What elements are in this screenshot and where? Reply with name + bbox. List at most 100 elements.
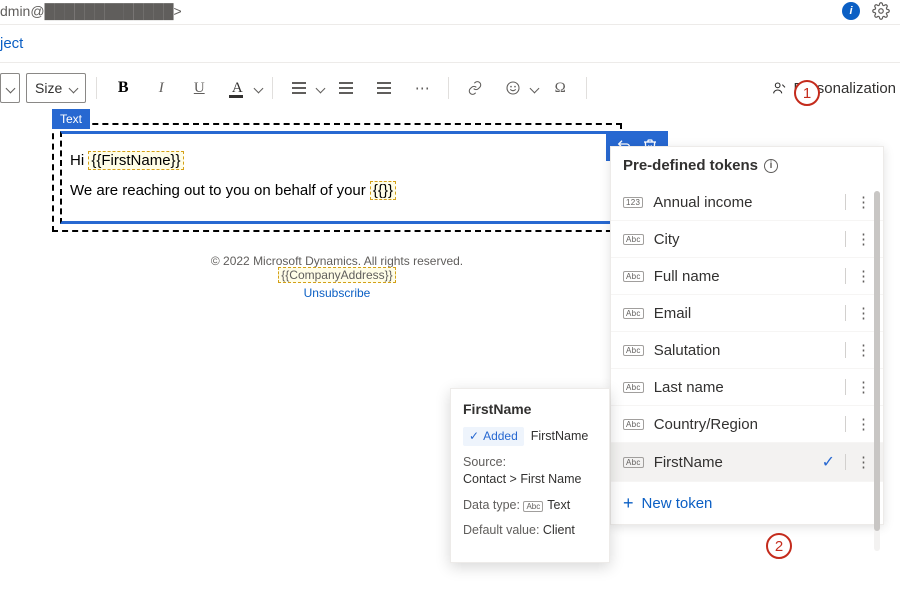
token-row-country-region[interactable]: Abc Country/Region ⋮ [611, 406, 883, 443]
datatype-label: Data type: [463, 498, 520, 512]
separator [96, 77, 97, 99]
more-icon[interactable]: ⋮ [856, 304, 871, 322]
token-label: Last name [654, 379, 724, 396]
text-type-icon: Abc [523, 501, 543, 512]
bullet-list-icon [339, 82, 353, 94]
chevron-down-icon[interactable] [316, 83, 326, 93]
more-button[interactable]: ⋯ [406, 73, 438, 103]
scrollbar[interactable] [874, 191, 880, 551]
more-icon[interactable]: ⋮ [856, 267, 871, 285]
body-line-1[interactable]: Hi {{FirstName}} [70, 148, 604, 174]
default-value: Client [543, 523, 575, 537]
text-type-icon: Abc [623, 345, 644, 356]
token-company-address[interactable]: {{CompanyAddress}} [278, 267, 395, 283]
datatype-value: Text [547, 498, 570, 512]
detail-title: FirstName [463, 401, 597, 417]
chevron-down-icon[interactable] [254, 83, 264, 93]
separator [448, 77, 449, 99]
from-email: dmin@█████████████> [0, 3, 182, 19]
unsubscribe-link[interactable]: Unsubscribe [52, 286, 622, 300]
token-label: Full name [654, 268, 720, 285]
check-icon: ✓ [822, 452, 835, 472]
text-type-icon: Abc [623, 419, 644, 430]
body-line-2[interactable]: We are reaching out to you on behalf of … [70, 178, 604, 204]
gear-icon[interactable] [872, 2, 890, 20]
info-icon[interactable]: i [764, 159, 778, 173]
font-family-select[interactable] [0, 73, 20, 103]
text-block-outer[interactable]: Text Hi {{FirstName}} We are reaching ou… [52, 123, 622, 232]
bullet-list-button[interactable] [330, 73, 362, 103]
header-actions: i [842, 2, 890, 20]
source-label: Source: [463, 455, 506, 469]
block-type-tag: Text [52, 109, 90, 129]
added-label: Added [483, 428, 518, 445]
subject-row[interactable]: ject [0, 25, 900, 63]
text-type-icon: Abc [623, 457, 644, 468]
source-value: Contact > First Name [463, 472, 581, 486]
row-actions: ⋮ [845, 267, 871, 285]
token-row-last-name[interactable]: Abc Last name ⋮ [611, 369, 883, 406]
token-label: Salutation [654, 342, 721, 359]
detail-default: Default value: Client [463, 522, 597, 540]
more-icon[interactable]: ⋮ [856, 230, 871, 248]
omega-button[interactable]: Ω [544, 73, 576, 103]
token-empty[interactable]: {{}} [370, 181, 396, 200]
row-actions: ✓⋮ [822, 452, 871, 472]
default-label: Default value: [463, 523, 539, 537]
predefined-tokens-panel: Pre-defined tokens i 123 Annual income ⋮… [610, 146, 884, 525]
email-footer: © 2022 Microsoft Dynamics. All rights re… [52, 232, 622, 306]
new-token-button[interactable]: + New token [611, 482, 883, 516]
detail-source: Source: Contact > First Name [463, 454, 597, 489]
number-type-icon: 123 [623, 197, 643, 208]
more-icon[interactable]: ⋮ [856, 193, 871, 211]
text-block-content[interactable]: Hi {{FirstName}} We are reaching out to … [60, 131, 614, 224]
link-button[interactable] [459, 73, 491, 103]
underline-button[interactable]: U [183, 73, 215, 103]
panel-title-text: Pre-defined tokens [623, 157, 758, 174]
token-detail-card: FirstName ✓Added FirstName Source: Conta… [450, 388, 610, 563]
numbered-list-button[interactable] [368, 73, 400, 103]
align-icon [292, 82, 306, 94]
token-row-annual-income[interactable]: 123 Annual income ⋮ [611, 184, 883, 221]
token-row-full-name[interactable]: Abc Full name ⋮ [611, 258, 883, 295]
token-label: Country/Region [654, 416, 758, 433]
panel-title: Pre-defined tokens i [623, 157, 871, 174]
row-actions: ⋮ [845, 193, 871, 211]
formatting-toolbar: Size B I U A ⋯ Ω Personalization [0, 63, 900, 113]
token-row-city[interactable]: Abc City ⋮ [611, 221, 883, 258]
chevron-down-icon[interactable] [530, 83, 540, 93]
more-icon[interactable]: ⋮ [856, 378, 871, 396]
more-icon[interactable]: ⋮ [856, 453, 871, 471]
separator [272, 77, 273, 99]
info-icon[interactable]: i [842, 2, 860, 20]
callout-1: 1 [794, 80, 820, 106]
token-row-email[interactable]: Abc Email ⋮ [611, 295, 883, 332]
font-color-button[interactable]: A [221, 73, 253, 103]
emoji-button[interactable] [497, 73, 529, 103]
token-row-salutation[interactable]: Abc Salutation ⋮ [611, 332, 883, 369]
more-icon[interactable]: ⋮ [856, 341, 871, 359]
text-segment: Hi [70, 152, 88, 169]
token-label: City [654, 231, 680, 248]
italic-button[interactable]: I [145, 73, 177, 103]
more-icon[interactable]: ⋮ [856, 415, 871, 433]
token-label: Annual income [653, 194, 752, 211]
token-label: Email [654, 305, 692, 322]
detail-added-value: FirstName [531, 429, 589, 443]
row-actions: ⋮ [845, 230, 871, 248]
bold-button[interactable]: B [107, 73, 139, 103]
align-button[interactable] [283, 73, 315, 103]
copyright-text: © 2022 Microsoft Dynamics. All rights re… [52, 254, 622, 268]
token-firstname[interactable]: {{FirstName}} [88, 151, 183, 170]
token-row-firstname[interactable]: Abc FirstName ✓⋮ [611, 443, 883, 482]
chevron-down-icon [69, 83, 79, 93]
header-bar: dmin@█████████████> i [0, 0, 900, 25]
text-type-icon: Abc [623, 234, 644, 245]
plus-icon: + [623, 494, 634, 512]
added-badge: ✓Added [463, 427, 524, 446]
subject-input[interactable]: ject [0, 35, 23, 52]
scrollbar-thumb[interactable] [874, 191, 880, 531]
personalization-button[interactable]: Personalization [771, 80, 896, 97]
row-actions: ⋮ [845, 378, 871, 396]
font-size-select[interactable]: Size [26, 73, 86, 103]
